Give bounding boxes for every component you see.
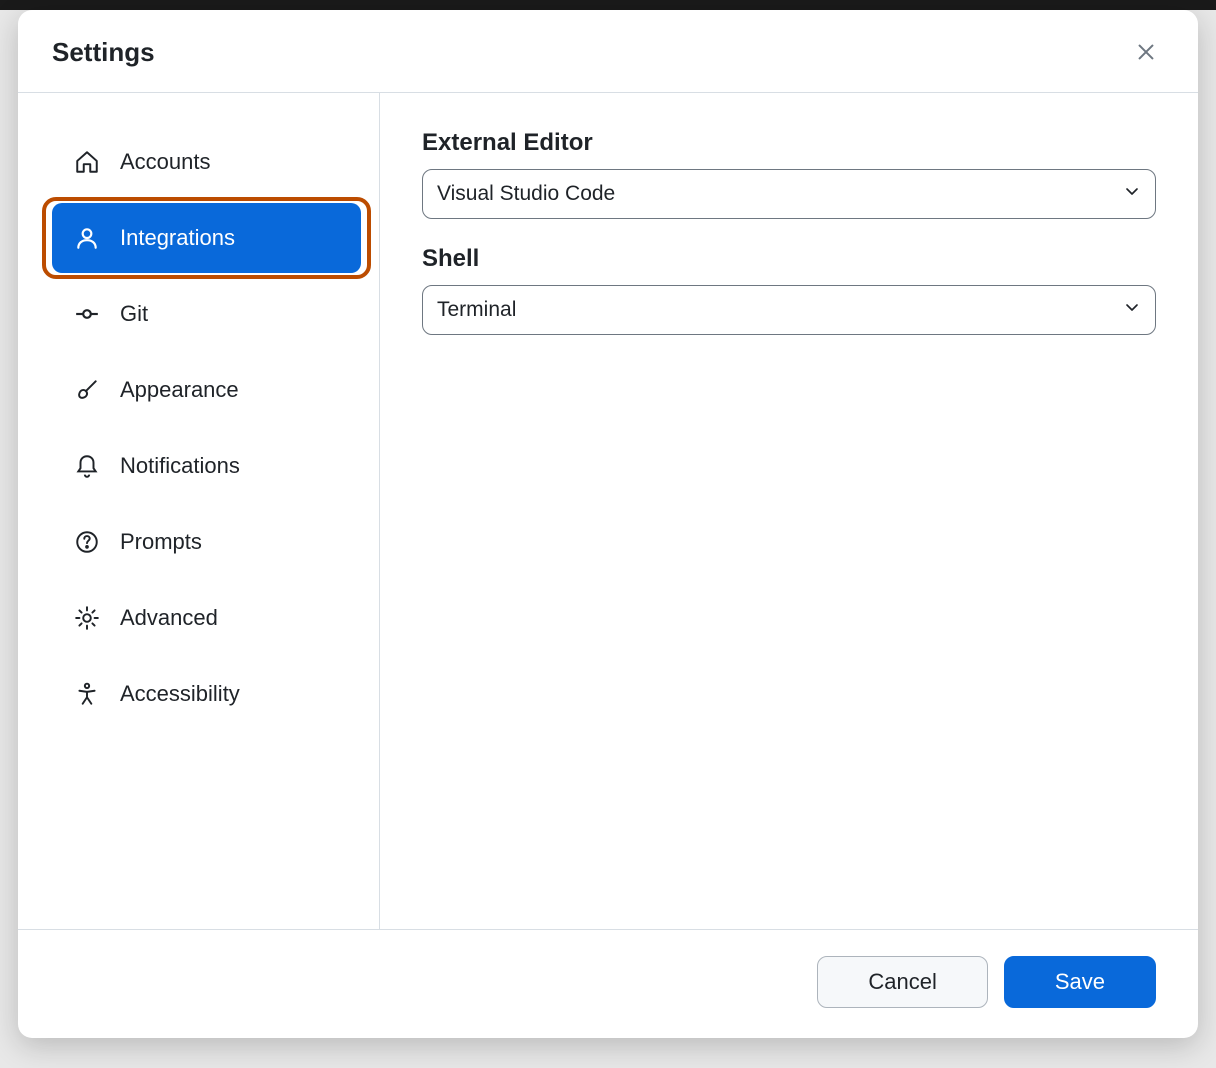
sidebar-item-notifications[interactable]: Notifications [52,431,361,501]
person-icon [74,225,100,251]
sidebar-item-label: Accessibility [120,681,240,707]
modal-header: Settings [18,10,1198,93]
save-button[interactable]: Save [1004,956,1156,1008]
shell-select-wrap: Terminal [422,285,1156,335]
git-commit-icon [74,301,100,327]
window-topbar [0,0,1216,10]
sidebar-item-label: Notifications [120,453,240,479]
paintbrush-icon [74,377,100,403]
close-icon [1135,41,1157,63]
sidebar-item-label: Advanced [120,605,218,631]
accessibility-icon [74,681,100,707]
question-circle-icon [74,529,100,555]
modal-body: Accounts Integrations [18,93,1198,929]
sidebar-item-prompts[interactable]: Prompts [52,507,361,577]
sidebar-item-accounts[interactable]: Accounts [52,127,361,197]
sidebar-item-advanced[interactable]: Advanced [52,583,361,653]
external-editor-select[interactable]: Visual Studio Code [422,169,1156,219]
external-editor-label: External Editor [422,129,1156,157]
sidebar-item-label: Accounts [120,149,211,175]
settings-content: External Editor Visual Studio Code Shell… [380,93,1198,929]
shell-field: Shell Terminal [422,245,1156,335]
sidebar-item-label: Appearance [120,377,239,403]
sidebar-item-label: Git [120,301,148,327]
shell-select[interactable]: Terminal [422,285,1156,335]
bell-icon [74,453,100,479]
sidebar-item-label: Prompts [120,529,202,555]
sidebar-item-integrations[interactable]: Integrations [52,203,361,273]
settings-sidebar: Accounts Integrations [18,93,380,929]
settings-modal: Settings Accounts [18,10,1198,1038]
sidebar-item-appearance[interactable]: Appearance [52,355,361,425]
external-editor-select-wrap: Visual Studio Code [422,169,1156,219]
sidebar-item-label: Integrations [120,225,235,251]
sidebar-item-accessibility[interactable]: Accessibility [52,659,361,729]
sidebar-item-git[interactable]: Git [52,279,361,349]
home-icon [74,149,100,175]
modal-footer: Cancel Save [18,929,1198,1038]
external-editor-field: External Editor Visual Studio Code [422,129,1156,219]
cancel-button[interactable]: Cancel [817,956,987,1008]
modal-title: Settings [52,37,155,68]
close-button[interactable] [1128,34,1164,70]
gear-icon [74,605,100,631]
shell-label: Shell [422,245,1156,273]
